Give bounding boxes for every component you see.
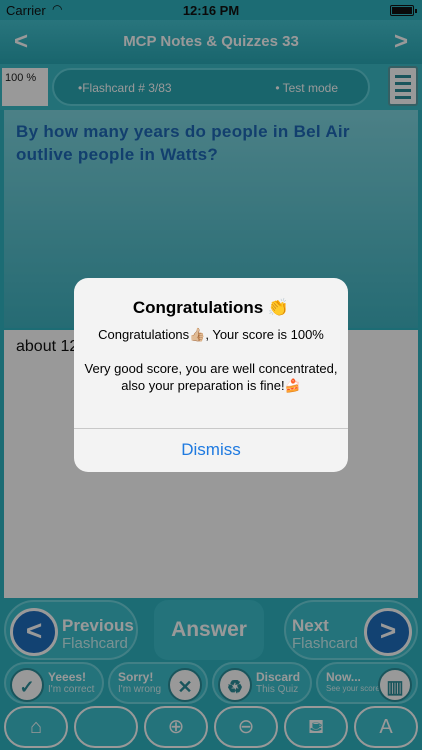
congratulations-dialog: Congratulations 👏 Congratulations👍🏼, You… [74, 278, 348, 472]
dialog-title: Congratulations 👏 [132, 298, 290, 317]
dialog-score-line: Congratulations👍🏼, Your score is 100% [98, 327, 324, 342]
dismiss-button[interactable]: Dismiss [74, 428, 348, 472]
dialog-message: Congratulations👍🏼, Your score is 100% Ve… [84, 326, 338, 394]
dialog-feedback-line: Very good score, you are well concentrat… [84, 361, 338, 393]
